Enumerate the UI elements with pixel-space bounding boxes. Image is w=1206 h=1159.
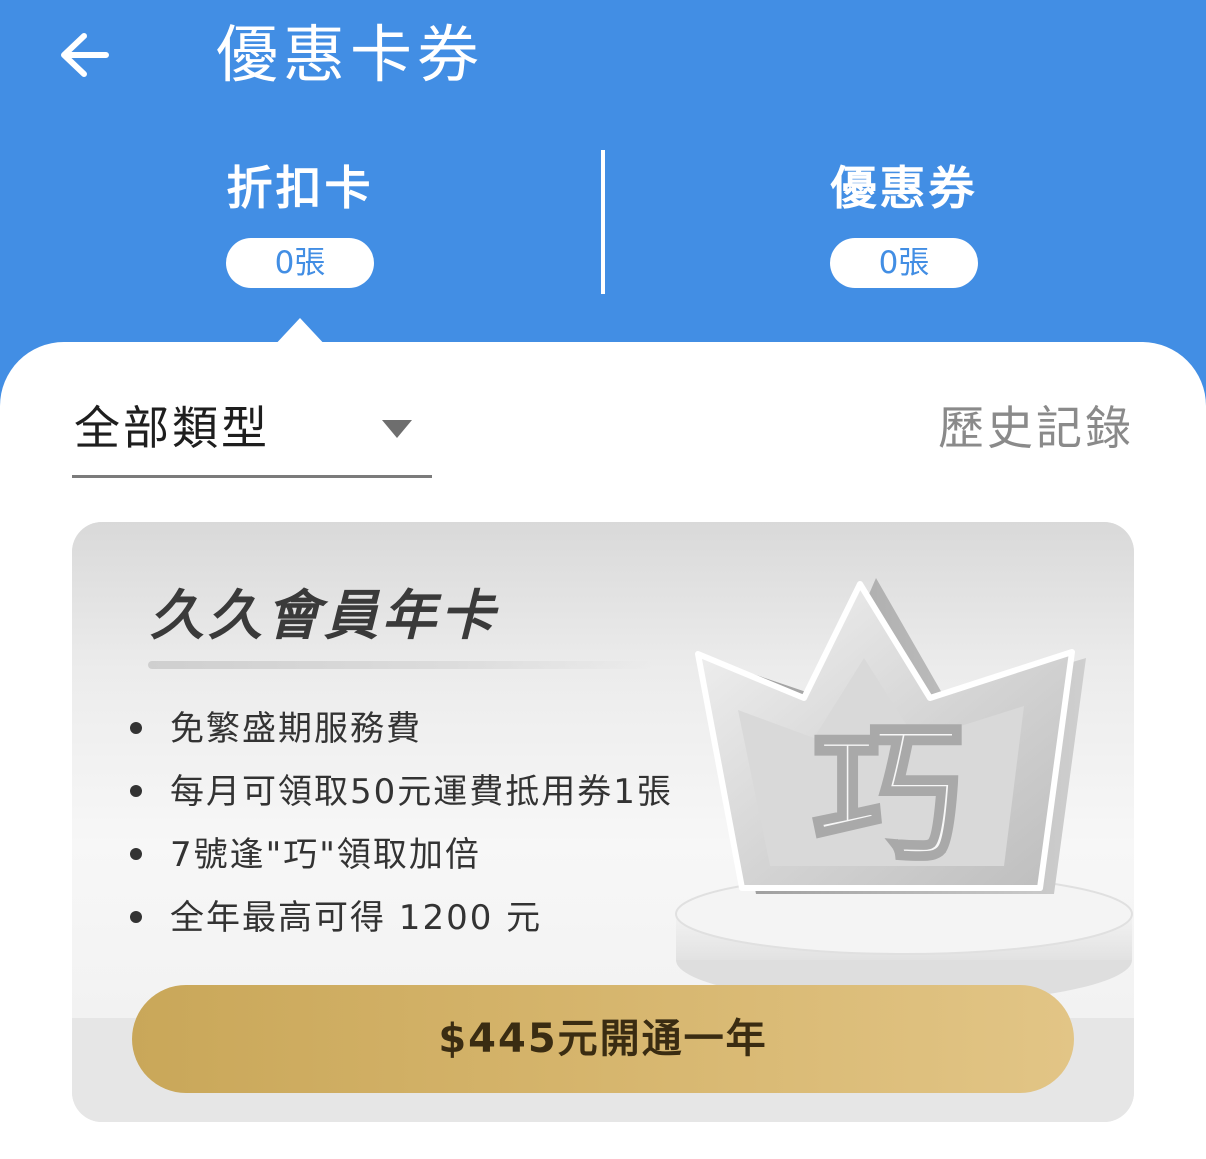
card-title: 久久會員年卡 xyxy=(150,584,498,647)
history-link[interactable]: 歷史記錄 xyxy=(938,396,1134,460)
active-tab-pointer xyxy=(272,318,328,348)
tab-coupons[interactable]: 優惠券 0張 xyxy=(754,150,1054,300)
bullet-icon xyxy=(130,911,142,923)
caret-down-icon xyxy=(382,420,412,438)
page-title: 優惠卡券 xyxy=(216,18,485,91)
tab-divider xyxy=(601,150,605,294)
title-underline xyxy=(148,661,652,669)
benefit-list: 免繁盛期服務費 每月可領取50元運費抵用券1張 7號逢"巧"領取加倍 全年最高可… xyxy=(130,698,673,950)
benefit-text: 免繁盛期服務費 xyxy=(170,709,422,749)
crown-glyph: 巧 xyxy=(813,708,963,882)
annual-membership-card: 久久會員年卡 免繁盛期服務費 每月可領取50元運費抵用券1張 7號逢"巧"領取加… xyxy=(72,522,1134,1122)
benefit-text: 全年最高可得 1200 元 xyxy=(170,898,543,938)
type-filter-dropdown[interactable]: 全部類型 xyxy=(72,390,432,478)
back-button[interactable] xyxy=(50,20,120,90)
tab-count-badge: 0張 xyxy=(830,238,978,288)
benefit-text: 7號逢"巧"領取加倍 xyxy=(170,835,481,875)
benefit-item: 7號逢"巧"領取加倍 xyxy=(130,824,673,887)
filter-selected-value: 全部類型 xyxy=(74,401,270,455)
bullet-icon xyxy=(130,785,142,797)
tab-label: 優惠券 xyxy=(830,161,978,215)
tab-label: 折扣卡 xyxy=(226,161,374,215)
benefit-item: 每月可領取50元運費抵用券1張 xyxy=(130,761,673,824)
benefit-item: 免繁盛期服務費 xyxy=(130,698,673,761)
benefit-text: 每月可領取50元運費抵用券1張 xyxy=(170,772,673,812)
tab-count-badge: 0張 xyxy=(226,238,374,288)
activate-membership-button[interactable]: $445元開通一年 xyxy=(132,985,1074,1093)
arrow-left-icon xyxy=(61,33,109,77)
crown-icon: 巧 xyxy=(675,578,1133,1004)
tab-discount-cards[interactable]: 折扣卡 0張 xyxy=(150,150,450,300)
coupon-page: 優惠卡券 折扣卡 0張 優惠券 0張 全部類型 歷史記錄 久久會員年卡 免繁盛期… xyxy=(0,0,1206,1159)
benefit-item: 全年最高可得 1200 元 xyxy=(130,887,673,950)
bullet-icon xyxy=(130,848,142,860)
bullet-icon xyxy=(130,722,142,734)
